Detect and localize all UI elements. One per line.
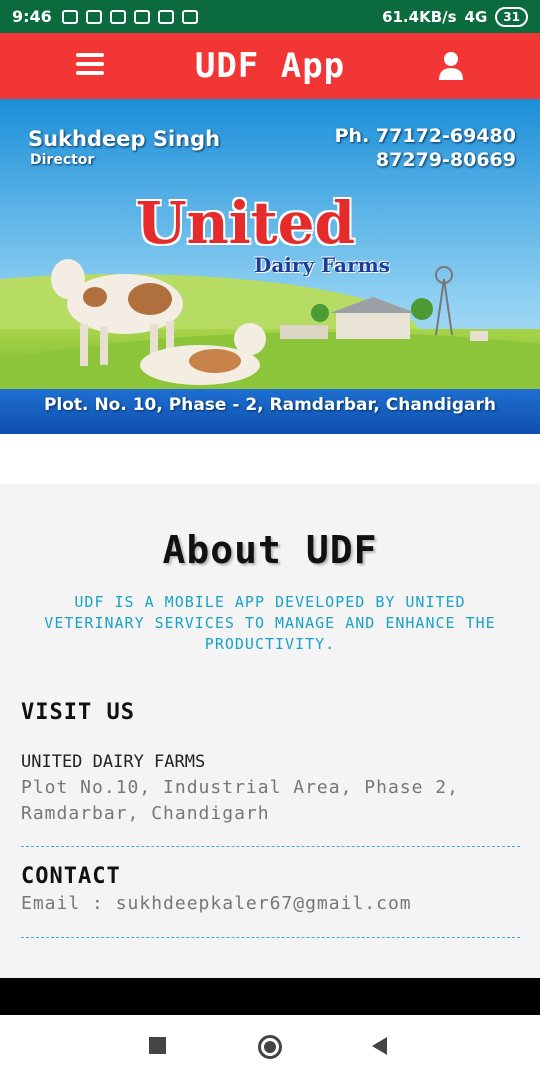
home-icon[interactable] [258, 1035, 282, 1059]
hamburger-menu-icon[interactable] [76, 53, 104, 77]
visit-address: Plot No.10, Industrial Area, Phase 2, Ra… [21, 777, 459, 824]
banner-phone-2: 87279-80669 [375, 149, 516, 171]
contact-heading: CONTACT [21, 864, 121, 889]
footer-bar [0, 978, 540, 1015]
network-speed: 61.4KB/s [382, 7, 457, 26]
about-description: UDF is a mobile app developed by United … [44, 593, 496, 653]
banner-role: Director [30, 152, 95, 168]
system-nav-bar [0, 1015, 540, 1080]
visit-company-name: UNITED DAIRY FARMS [21, 752, 206, 772]
globe-icon [181, 9, 198, 24]
status-right: 61.4KB/s 4G 31 [382, 6, 528, 27]
location-icon [157, 9, 174, 24]
notification-icon [61, 9, 78, 24]
email-link[interactable]: Email : sukhdeepkaler67@gmail.com [21, 893, 412, 914]
user-icon[interactable] [438, 51, 464, 81]
about-section: About UDF UDF is a mobile app developed … [0, 484, 540, 978]
banner-phone-1: Ph. 77172-69480 [334, 125, 516, 147]
app-title: UDF App [194, 46, 346, 86]
app-bar: UDF App [0, 33, 540, 99]
app-icon [109, 9, 126, 24]
about-title: About UDF [162, 528, 378, 572]
banner-phone: Ph. 77172-69480 87279-80669 [335, 124, 516, 172]
back-icon[interactable] [372, 1037, 387, 1055]
network-type: 4G [464, 7, 488, 26]
banner-address: Plot. No. 10, Phase - 2, Ramdarbar, Chan… [43, 395, 497, 415]
notification-icons [61, 9, 382, 24]
status-bar: 9:46 61.4KB/s 4G 31 [0, 0, 540, 33]
battery-icon: 31 [495, 6, 528, 27]
udf-banner-image: Sukhdeep Singh Director Ph. 77172-69480 … [0, 99, 540, 434]
banner-logo-title: United [136, 189, 356, 257]
mail-icon [133, 9, 150, 24]
visit-heading: VISIT US [21, 700, 135, 725]
divider [21, 937, 520, 938]
mail-icon [85, 9, 102, 24]
contact-email[interactable]: Email : sukhdeepkaler67@gmail.com [21, 893, 412, 914]
spacer [0, 434, 540, 484]
banner-logo-subtitle: Dairy Farms [254, 253, 391, 277]
banner-name: Sukhdeep Singh [28, 127, 221, 151]
status-time: 9:46 [12, 7, 52, 26]
divider [21, 846, 520, 847]
recent-apps-icon[interactable] [149, 1037, 166, 1054]
